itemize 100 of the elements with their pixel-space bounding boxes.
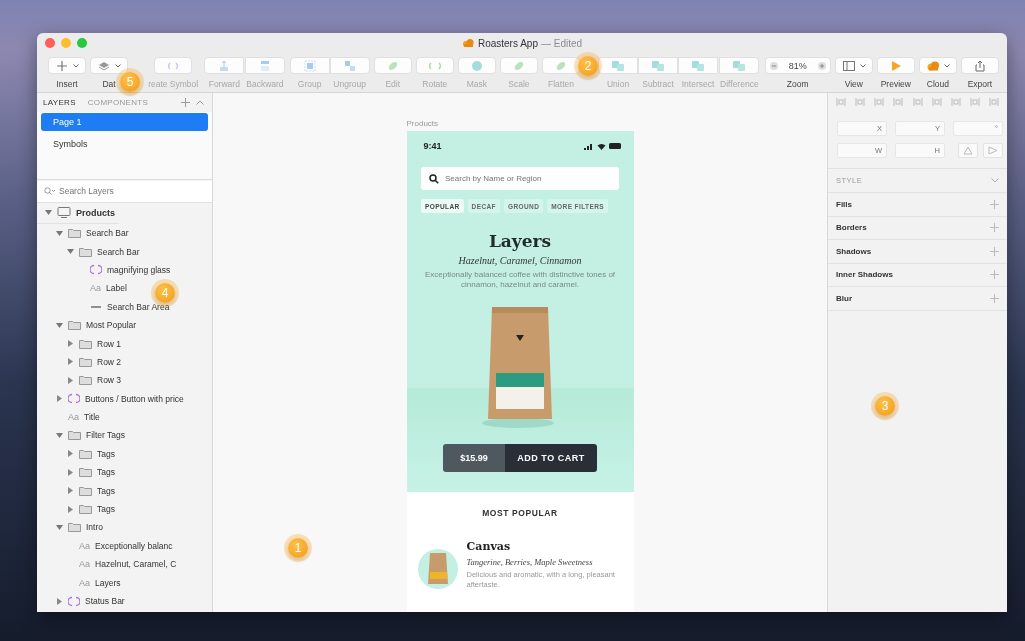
triangle-right-icon[interactable]	[56, 395, 63, 403]
window-title: Roasters App	[477, 37, 538, 49]
plus-icon[interactable]	[990, 293, 999, 303]
layer-item[interactable]: Tags	[37, 444, 119, 464]
zoom-value: 81%	[788, 60, 807, 71]
align-icon[interactable]	[969, 97, 980, 107]
toolbar-button[interactable]	[90, 57, 129, 74]
edited-status: — Edited	[540, 37, 583, 49]
layer-item[interactable]: Row 2	[37, 352, 126, 372]
search-field[interactable]: Search by Name or Region	[421, 167, 619, 190]
chevron-up-icon[interactable]	[196, 100, 204, 105]
triangle-right-icon[interactable]	[67, 487, 74, 495]
align-icon[interactable]	[836, 97, 846, 107]
style-section-label: Shadows	[836, 246, 872, 256]
toolbar-button[interactable]	[960, 57, 999, 74]
triangle-down-icon[interactable]	[56, 432, 63, 439]
stack-icon	[97, 59, 112, 72]
add-to-cart-button[interactable]: ADD TO CART	[505, 443, 597, 472]
flip-button[interactable]	[983, 143, 1003, 158]
leaf-icon	[554, 59, 568, 72]
folder-icon	[68, 228, 81, 239]
triangle-right-icon[interactable]	[67, 376, 74, 384]
search-icon	[429, 173, 439, 184]
toolbar-label: Group	[296, 79, 323, 89]
close-button[interactable]	[45, 38, 55, 48]
align-icon[interactable]	[874, 97, 885, 107]
toolbar-button[interactable]	[876, 57, 915, 74]
align-icon[interactable]	[931, 97, 942, 107]
triangle-down-icon[interactable]	[67, 248, 74, 256]
align-icon[interactable]	[950, 97, 961, 107]
triangle-down-icon[interactable]	[56, 229, 63, 237]
toolbar-button[interactable]	[918, 57, 957, 74]
triangle-down-icon[interactable]	[45, 209, 52, 216]
toolbar-label: Cloud	[925, 79, 950, 89]
plus-icon[interactable]	[990, 270, 999, 280]
panel-layout-icon	[841, 59, 856, 72]
toolbar-label: Subtract	[641, 79, 675, 89]
layer-item[interactable]: Search Bar	[37, 242, 144, 261]
zoom-out-icon[interactable]	[769, 61, 778, 70]
plus-icon[interactable]	[990, 223, 999, 233]
page-item[interactable]: Symbols	[41, 135, 208, 153]
layer-item[interactable]: Row 3	[37, 371, 126, 390]
flip-button[interactable]	[958, 143, 978, 158]
layer-item[interactable]: Tags	[37, 463, 119, 482]
group-icon	[302, 59, 317, 72]
layer-item[interactable]: Aa Exceptionally balanc	[37, 536, 177, 556]
folder-icon	[79, 375, 92, 386]
triangle-down-icon[interactable]	[56, 321, 63, 329]
price-button[interactable]: $15.99	[443, 443, 505, 472]
layer-item[interactable]: Row 1	[37, 334, 126, 353]
layer-item[interactable]: Products	[37, 202, 119, 224]
zoom-button[interactable]	[77, 38, 87, 48]
plus-icon[interactable]	[990, 199, 999, 209]
plus-icon[interactable]	[181, 98, 190, 107]
triangle-right-icon[interactable]	[67, 505, 74, 513]
layer-item[interactable]: Tags	[37, 499, 119, 519]
toolbar-label: Ungroup	[332, 79, 367, 89]
toolbar-label: Flatten	[547, 79, 575, 89]
layer-item[interactable]: Status Bar	[37, 591, 129, 611]
layer-item[interactable]: Tags	[37, 481, 119, 500]
triangle-right-icon[interactable]	[56, 597, 63, 605]
toolbar-button[interactable]	[48, 57, 86, 74]
triangle-right-icon[interactable]	[67, 340, 74, 348]
toolbar-button[interactable]	[834, 57, 873, 74]
panel-tab[interactable]: LAYERS	[43, 98, 76, 107]
layer-item[interactable]: Filter Tags	[37, 426, 130, 445]
layer-item[interactable]: Most Popular	[37, 315, 141, 335]
align-icon[interactable]	[912, 97, 923, 107]
folder-icon	[79, 356, 92, 367]
align-icon[interactable]	[989, 97, 999, 107]
folder-icon	[68, 320, 81, 331]
search-field[interactable]: Search Layers	[37, 180, 212, 203]
plus-icon[interactable]	[990, 246, 999, 256]
layer-item[interactable]: Intro	[37, 518, 107, 537]
toolbar-label: Union	[605, 79, 631, 89]
triangle-right-icon[interactable]	[67, 450, 74, 458]
search-icon	[44, 187, 55, 195]
zoom-in-icon[interactable]	[817, 61, 826, 70]
toolbar-label: Preview	[879, 79, 912, 89]
align-icon[interactable]	[855, 97, 866, 107]
layer-item[interactable]: Aa Hazelnut, Caramel, C	[37, 555, 181, 574]
layer-item[interactable]: Aa Layers	[37, 573, 125, 592]
layer-item[interactable]: Search Bar	[37, 224, 133, 243]
folder-icon	[79, 485, 92, 496]
section-title: MOST POPULAR	[481, 508, 559, 518]
folder-icon	[68, 430, 81, 441]
signal-icon	[583, 142, 594, 150]
triangle-down-icon[interactable]	[56, 523, 63, 531]
align-icon[interactable]	[893, 97, 904, 107]
chevron-down-icon[interactable]	[991, 178, 999, 183]
triangle-right-icon[interactable]	[67, 468, 74, 476]
layer-item[interactable]: magnifying glass	[37, 260, 175, 280]
layer-item[interactable]: Aa Title	[37, 407, 104, 427]
triangle-right-icon[interactable]	[67, 358, 74, 366]
minimize-button[interactable]	[61, 38, 71, 48]
product-name: Canvas	[466, 540, 512, 553]
text-layer-glyph: Aa	[79, 559, 90, 570]
layer-item[interactable]: Buttons / Button with price	[37, 389, 188, 408]
layer-item[interactable]: Aa Label	[37, 279, 131, 298]
page-item[interactable]: Page 1	[41, 113, 208, 131]
